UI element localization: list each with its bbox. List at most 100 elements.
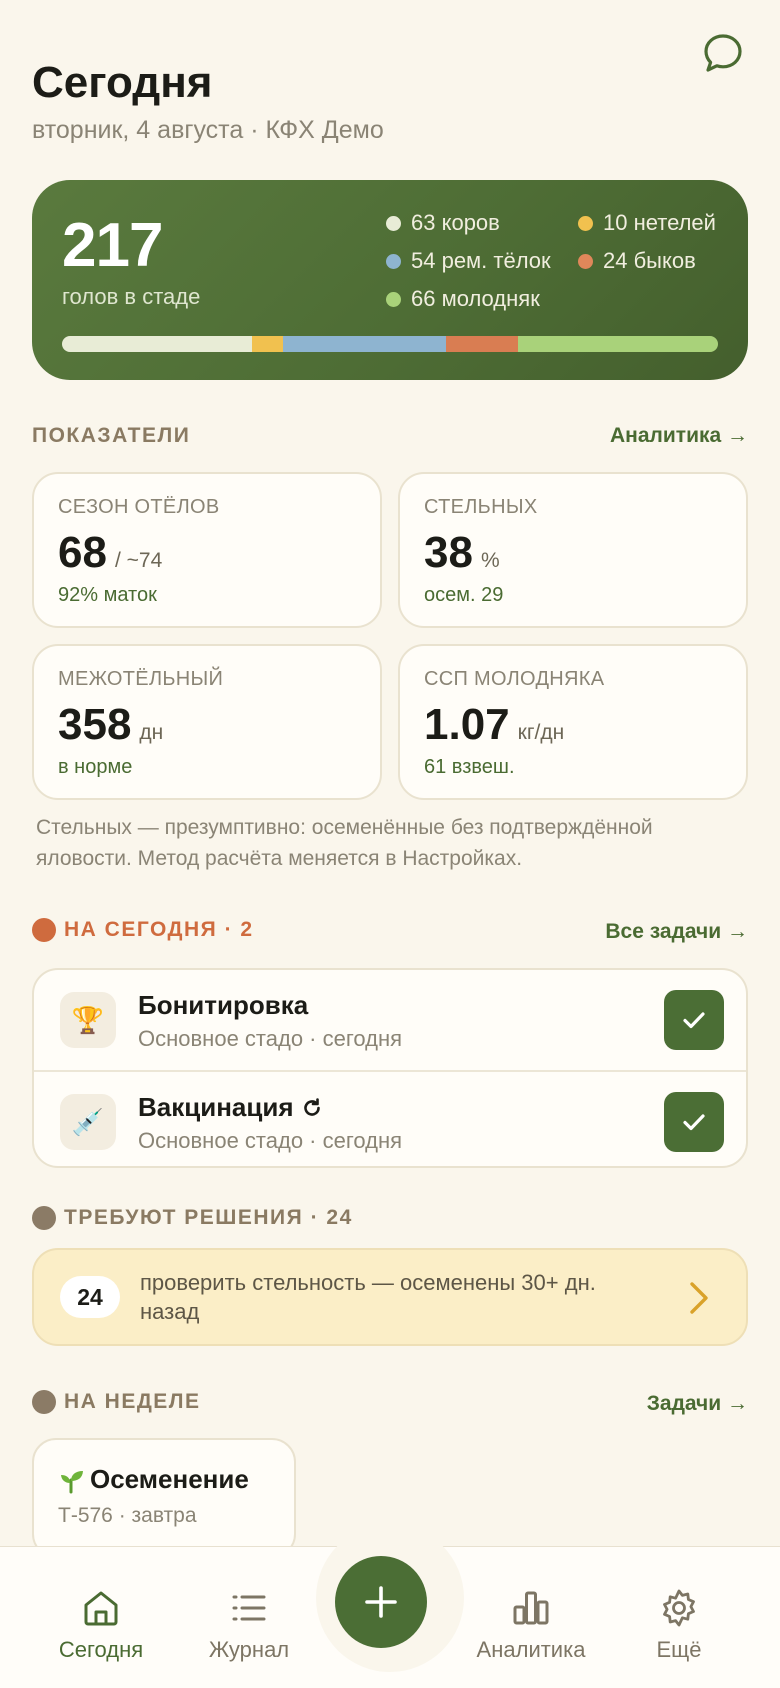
metric-sub: 61 взвеш. — [424, 756, 515, 778]
herd-bar-segment — [282, 336, 446, 352]
task-row[interactable]: 💉 Вакцинация Основное стадо · сегодня — [34, 1070, 746, 1166]
metric-pregnant[interactable]: СТЕЛЬНЫХ 38 % осем. 29 — [398, 472, 748, 628]
bar-chart-icon — [513, 1591, 549, 1625]
today-tasks-heading-label: НА СЕГОДНЯ · 2 — [64, 918, 254, 941]
check-icon — [683, 1114, 705, 1131]
week-task-card[interactable]: Осеменение Т-576 · завтра — [32, 1438, 296, 1558]
herd-bar-segment — [62, 336, 253, 352]
metric-value: 1.07 кг/дн — [424, 700, 564, 750]
legend-label: 54 рем. тёлок — [411, 248, 551, 273]
nav-more[interactable]: Ещё — [604, 1587, 754, 1663]
nav-journal[interactable]: Журнал — [174, 1587, 324, 1663]
legend-item-heifers: 10 нетелей — [578, 210, 716, 236]
decision-text: проверить стельность — осеменены 30+ дн.… — [140, 1270, 596, 1324]
chat-button[interactable] — [700, 30, 746, 76]
legend-label: 24 быков — [603, 248, 696, 273]
metric-label: СТЕЛЬНЫХ — [424, 496, 538, 518]
complete-task-button[interactable] — [664, 1092, 724, 1152]
metric-unit: дн — [139, 721, 164, 744]
syringe-icon: 💉 — [60, 1094, 116, 1150]
metric-sub: 92% маток — [58, 584, 157, 606]
complete-task-button[interactable] — [664, 990, 724, 1050]
week-tasks-link[interactable]: Задачи → — [647, 1392, 748, 1416]
legend-label: 63 коров — [411, 210, 500, 235]
week-heading: НА НЕДЕЛЕ — [32, 1390, 201, 1414]
metric-number: 1.07 — [424, 700, 510, 749]
page-subtitle: вторник, 4 августа · КФХ Демо — [32, 116, 384, 144]
legend-dot — [386, 215, 401, 231]
today-tasks-heading: НА СЕГОДНЯ · 2 — [32, 918, 254, 942]
metric-number: 38 — [424, 528, 473, 577]
today-tasks-card: 🏆 Бонитировка Основное стадо · сегодня 💉… — [32, 968, 748, 1168]
add-button[interactable] — [335, 1556, 427, 1648]
herd-caption: голов в стаде — [62, 284, 201, 309]
metric-calving-season[interactable]: СЕЗОН ОТЁЛОВ 68 / ~74 92% маток — [32, 472, 382, 628]
page-title: Сегодня — [32, 58, 213, 107]
indicators-heading: ПОКАЗАТЕЛИ — [32, 424, 191, 447]
nav-label: Журнал — [208, 1637, 290, 1662]
task-title-wrap: Вакцинация — [138, 1092, 324, 1123]
metric-sub: осем. 29 — [424, 584, 504, 606]
legend-item-replacement-heifers: 54 рем. тёлок — [386, 248, 551, 274]
week-task-title: Осеменение — [90, 1464, 249, 1494]
metric-calving-interval[interactable]: МЕЖОТЁЛЬНЫЙ 358 дн в норме — [32, 644, 382, 800]
trophy-icon: 🏆 — [60, 992, 116, 1048]
week-task-subtitle: Т-576 · завтра — [58, 1504, 197, 1527]
gear-icon — [663, 1589, 695, 1627]
metric-number: 68 — [58, 528, 107, 577]
herd-summary-card[interactable]: 217 голов в стаде 63 коров 10 нетелей 54… — [32, 180, 748, 380]
legend-label: 66 молодняк — [411, 286, 540, 311]
metric-unit: / ~74 — [114, 549, 163, 572]
nav-today[interactable]: Сегодня — [26, 1587, 176, 1663]
metric-label: ССП МОЛОДНЯКА — [424, 668, 605, 690]
section-dot — [32, 1390, 56, 1414]
legend-item-young-stock: 66 молодняк — [386, 286, 540, 312]
metric-label: МЕЖОТЁЛЬНЫЙ — [58, 668, 224, 690]
metric-sub: в норме — [58, 756, 133, 778]
plus-icon — [365, 1586, 397, 1618]
legend-dot — [386, 291, 401, 307]
metric-unit: кг/дн — [517, 721, 565, 744]
nav-label: Ещё — [656, 1637, 702, 1662]
herd-composition-bar — [62, 336, 718, 352]
all-tasks-link[interactable]: Все задачи → — [605, 920, 748, 944]
legend-item-cows: 63 коров — [386, 210, 500, 236]
metric-label: СЕЗОН ОТЁЛОВ — [58, 496, 220, 518]
nav-label: Сегодня — [58, 1637, 144, 1662]
task-title: Вакцинация — [138, 1092, 294, 1122]
metric-unit: % — [480, 549, 500, 572]
nav-analytics[interactable]: Аналитика — [456, 1587, 606, 1663]
section-dot — [32, 918, 56, 942]
today-screen: Сегодня вторник, 4 августа · КФХ Демо 21… — [0, 0, 780, 1688]
decision-count-badge: 24 — [60, 1276, 120, 1318]
legend-label: 10 нетелей — [603, 210, 716, 235]
legend-dot — [578, 253, 593, 269]
decision-item[interactable]: 24 проверить стельность — осеменены 30+ … — [32, 1248, 748, 1346]
herd-bar-segment — [252, 336, 283, 352]
metric-average-daily-gain[interactable]: ССП МОЛОДНЯКА 1.07 кг/дн 61 взвеш. — [398, 644, 748, 800]
section-dot — [32, 1206, 56, 1230]
metric-value: 68 / ~74 — [58, 528, 162, 578]
repeat-icon — [303, 1097, 320, 1116]
task-subtitle: Основное стадо · сегодня — [138, 1026, 403, 1051]
analytics-link[interactable]: Аналитика → — [610, 424, 748, 448]
legend-item-bulls: 24 быков — [578, 248, 696, 274]
home-icon — [84, 1591, 118, 1626]
task-title: Бонитировка — [138, 990, 309, 1020]
metric-number: 358 — [58, 700, 132, 749]
list-icon — [232, 1595, 266, 1621]
metric-value: 38 % — [424, 528, 500, 578]
check-icon — [683, 1012, 705, 1029]
herd-bar-segment — [518, 336, 718, 352]
sprout-icon — [61, 1470, 83, 1493]
task-row[interactable]: 🏆 Бонитировка Основное стадо · сегодня — [34, 970, 746, 1070]
metric-value: 358 дн — [58, 700, 163, 750]
nav-label: Аналитика — [476, 1637, 586, 1662]
herd-total: 217 — [62, 211, 163, 280]
week-heading-label: НА НЕДЕЛЕ — [64, 1390, 201, 1413]
decisions-heading-label: ТРЕБУЮТ РЕШЕНИЯ · 24 — [64, 1206, 353, 1229]
decisions-heading: ТРЕБУЮТ РЕШЕНИЯ · 24 — [32, 1206, 353, 1230]
task-subtitle: Основное стадо · сегодня — [138, 1128, 403, 1153]
herd-bar-segment — [445, 336, 519, 352]
pregnancy-method-note: Стельных — презумптивно: осеменённые без… — [36, 816, 653, 870]
